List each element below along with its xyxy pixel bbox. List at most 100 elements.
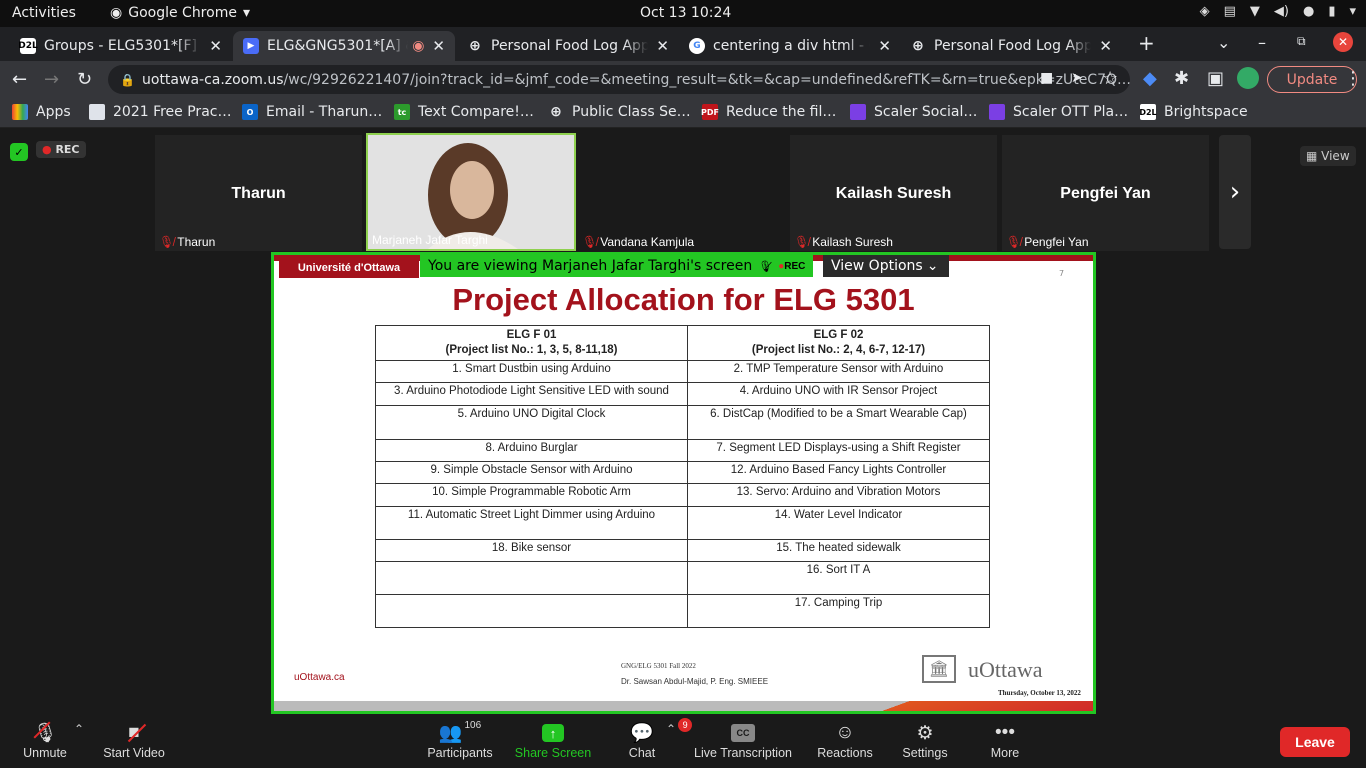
sidebar-icon[interactable]: ▣ [1207,68,1224,89]
mic-muted-icon: 🎙︎̸ [794,235,810,249]
participant-tile-vandana[interactable]: 🎙︎̸ Vandana Kamjula [578,135,785,251]
participant-tile-marjaneh[interactable]: Marjaneh Jafar Targhi [366,133,576,251]
table-row: 17. Camping Trip [375,594,990,628]
table-row: 18. Bike sensor 15. The heated sidewalk [375,539,990,562]
close-icon[interactable]: ✕ [1099,37,1112,55]
kebab-menu-icon[interactable]: ⋮ [1344,68,1362,89]
mic-muted-icon: 🎙︎ [32,721,58,744]
clock[interactable]: Oct 13 10:24 [640,5,731,21]
record-dot-icon: ● [42,143,56,156]
tab-strip: D2L Groups - ELG5301*[F] Pr ✕ ▶ ELG&GNG5301… [0,27,1366,61]
live-transcription-button[interactable]: CC Live Transcription [690,720,796,760]
chrome-icon: ◉ [110,5,123,21]
tab-search-button[interactable]: ⌄ [1217,33,1230,52]
bookmark-scaler-social[interactable]: Scaler Social… [850,104,977,120]
close-icon[interactable]: ✕ [878,37,891,55]
bookmark-reduce-file[interactable]: PDF Reduce the fil… [701,104,836,120]
back-button[interactable]: ← [12,69,27,90]
participants-button[interactable]: 👥 106 Participants [415,720,505,760]
bookmark-scaler-ott[interactable]: Scaler OTT Pla… [989,104,1128,120]
camera-blocked-icon[interactable]: ■ [1040,70,1053,86]
leave-button[interactable]: Leave [1280,727,1350,757]
view-options-button[interactable]: View Options ⌄ [823,255,949,277]
extension-gem-icon[interactable]: ◆ [1143,68,1157,89]
extensions-icon[interactable]: ✱ [1174,68,1189,89]
caret-up-icon[interactable]: ⌃ [666,722,676,736]
app-menu[interactable]: ◉ Google Chrome ▾ [110,5,250,21]
forward-button[interactable]: → [44,69,59,90]
table-cell [375,561,688,595]
viewing-banner: You are viewing Marjaneh Jafar Targhi's … [420,255,814,277]
more-button[interactable]: ••• More [960,720,1050,760]
next-page-button[interactable]: › [1219,135,1251,249]
mic-muted-icon: 🎙︎̸ [582,235,598,249]
bookmark-text-compare[interactable]: tc Text Compare!… [394,104,534,120]
shield-icon[interactable]: ✓ [10,143,28,161]
caret-up-icon[interactable]: ⌃ [74,722,84,736]
reactions-button[interactable]: ☺ Reactions [800,720,890,760]
doc-icon [89,104,105,120]
system-top-bar: Activities ◉ Google Chrome ▾ Oct 13 10:24 … [0,0,1366,27]
bookmark-email[interactable]: O Email - Tharun… [242,104,382,120]
table-row: 8. Arduino Burglar 7. Segment LED Display… [375,439,990,462]
avatar[interactable] [1237,67,1259,89]
participant-tile-kailash[interactable]: Kailash Suresh 🎙︎̸ Kailash Suresh [790,135,997,251]
slide-page-number: 7 [1059,269,1065,278]
table-cell: 12. Arduino Based Fancy Lights Controlle… [687,461,990,484]
chevron-right-icon: › [1229,177,1241,207]
shared-screen: Université d'Ottawa You are viewing Marj… [271,252,1096,714]
tab-food-log-2[interactable]: ⊕ Personal Food Log App ✕ [900,31,1122,61]
new-tab-button[interactable]: + [1138,31,1155,55]
tab-groups[interactable]: D2L Groups - ELG5301*[F] Pr ✕ [10,31,232,61]
participant-count: 106 [464,720,482,731]
table-cell: 17. Camping Trip [687,594,990,628]
close-window-button[interactable]: ✕ [1333,32,1353,52]
start-video-button[interactable]: ■ Start Video [89,720,179,760]
table-row: 16. Sort IT A [375,561,990,595]
table-cell: 1. Smart Dustbin using Arduino [375,360,688,383]
restore-button[interactable]: ⧉ [1297,34,1306,49]
table-cell: 8. Arduino Burglar [375,439,688,462]
video-off-icon: ■ [128,720,147,746]
minimize-button[interactable]: – [1258,33,1266,52]
address-bar[interactable]: 🔒 uottawa-ca.zoom.us/wc/92926221407/join… [108,65,1130,94]
bookmark-public-class[interactable]: ⊕ Public Class Se… [548,104,691,120]
caret-down-icon: ▾ [1349,4,1356,19]
star-icon[interactable]: ☆ [1102,68,1118,89]
chat-icon: 💬 [630,723,654,744]
share-icon[interactable]: ➤ [1071,70,1083,86]
tab-zoom[interactable]: ▶ ELG&GNG5301*[A] & ◉ ✕ [233,31,455,61]
table-cell: 15. The heated sidewalk [687,539,990,562]
battery-icon: ▮ [1328,4,1336,19]
close-icon[interactable]: ✕ [656,37,669,55]
table-row: 10. Simple Programmable Robotic Arm 13. S… [375,483,990,507]
gear-icon: ⚙ [916,722,934,744]
close-icon[interactable]: ✕ [432,37,445,55]
view-button[interactable]: ▦ View [1300,146,1356,166]
activities-button[interactable]: Activities [12,5,76,21]
zoom-meeting: ✓ ● REC Tharun 🎙︎̸ Tharun Marjaneh Jafar … [0,128,1366,716]
table-row: 11. Automatic Street Light Dimmer using … [375,506,990,540]
participant-tile-tharun[interactable]: Tharun 🎙︎̸ Tharun [155,135,362,251]
participant-tile-pengfei[interactable]: Pengfei Yan 🎙︎̸ Pengfei Yan [1002,135,1209,251]
settings-button[interactable]: ⚙ Settings [880,720,970,761]
scaler-icon [850,104,866,120]
share-screen-button[interactable]: ↑ Share Screen [508,720,598,760]
smiley-plus-icon: ☺ [835,722,855,743]
clipboard-icon: ▤ [1223,4,1236,19]
mic-muted-icon: 🎙︎̸ [1006,235,1022,249]
table-cell: 4. Arduino UNO with IR Sensor Project [687,382,990,406]
tab-google-search[interactable]: Gcentering a div html - G ✕ [679,31,901,61]
bookmark-brightspace[interactable]: D2L Brightspace [1139,104,1248,120]
system-tray[interactable]: ◈ ▤ ▼ ◀) ● ▮ ▾ [1200,4,1356,19]
tab-food-log-1[interactable]: ⊕ Personal Food Log App ✕ [457,31,679,61]
reload-button[interactable]: ↻ [77,69,92,90]
apps-grid-icon [12,104,28,120]
university-tag: Université d'Ottawa [279,258,419,278]
close-icon[interactable]: ✕ [209,37,222,55]
bookmark-apps[interactable]: Apps [12,104,71,120]
bookmark-free-prac[interactable]: 2021 Free Prac… [89,104,231,120]
scaler-icon [989,104,1005,120]
lock-icon: 🔒 [120,72,135,87]
table-header-row: ELG F 01 (Project list No.: 1, 3, 5, 8-11… [375,325,990,361]
